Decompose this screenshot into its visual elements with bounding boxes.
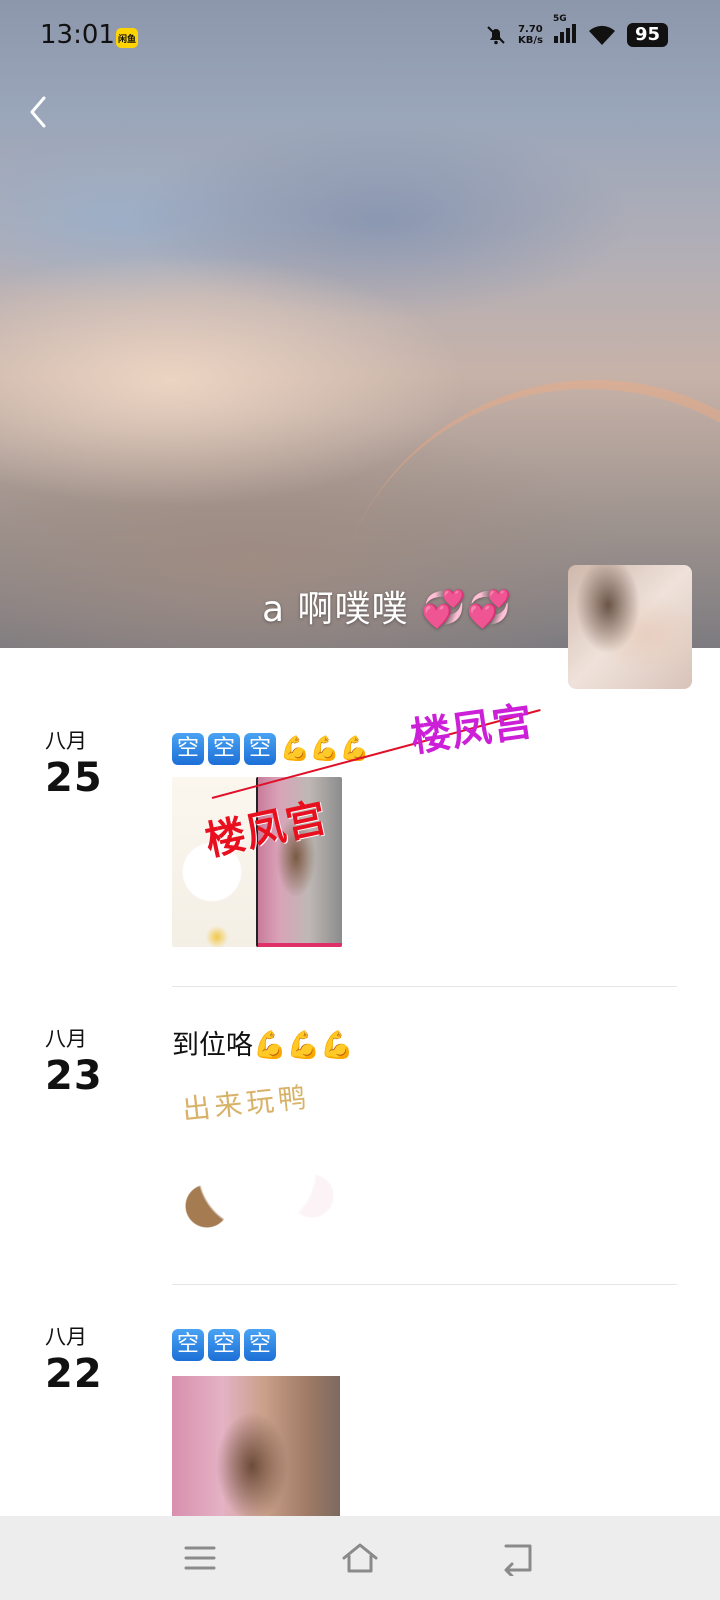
- post-day: 22: [45, 1351, 103, 1397]
- post-day: 23: [45, 1053, 103, 1099]
- post-body: 到位咯💪💪💪 出来玩鸭: [172, 1026, 677, 1246]
- post-text: 到位咯💪💪💪: [172, 1030, 354, 1061]
- sticker-image[interactable]: 出来玩鸭: [172, 1076, 342, 1246]
- post-month: 八月: [45, 1027, 87, 1051]
- post-images: 楼凤宫 楼凤宫: [172, 698, 677, 949]
- cover-image: 13:01 闲鱼 7.70 KB/s 5G 95 a 啊噗噗 💞💞: [0, 0, 720, 648]
- kong-emoji-icon: 空: [244, 1328, 276, 1361]
- kong-emoji-icon: 空: [172, 732, 204, 765]
- back-icon[interactable]: [500, 1540, 540, 1576]
- battery-level: 95: [626, 23, 668, 47]
- kong-emoji-icon: 空: [208, 732, 240, 765]
- post-text: 空空空: [172, 1324, 677, 1364]
- profile-name-text: a 啊噗噗: [262, 589, 409, 630]
- net-speed-value: 7.70: [518, 24, 543, 35]
- post-divider: [172, 986, 677, 987]
- status-time: 13:01: [40, 20, 115, 50]
- profile-hearts: 💞💞: [420, 589, 513, 630]
- menu-icon[interactable]: [180, 1540, 220, 1576]
- video-progress-bar: [258, 942, 342, 947]
- status-indicators: 7.70 KB/s 5G 95: [484, 14, 668, 48]
- status-bar: 13:01 闲鱼 7.70 KB/s 5G 95: [0, 0, 720, 76]
- back-button[interactable]: [24, 92, 52, 132]
- avatar[interactable]: [568, 565, 692, 689]
- post-images: [172, 1376, 677, 1516]
- profile-name: a 啊噗噗 💞💞: [262, 580, 513, 632]
- post-divider: [172, 1284, 677, 1285]
- net-speed: 7.70 KB/s: [518, 24, 543, 46]
- signal-icon: 5G: [553, 14, 577, 48]
- kong-emoji-icon: 空: [244, 732, 276, 765]
- sticker-caption: 出来玩鸭: [180, 1080, 312, 1127]
- mute-bell-icon: [487, 26, 505, 45]
- post-month: 八月: [45, 1325, 87, 1349]
- post-body: 空空空 💪💪💪 楼凤宫 楼凤宫: [172, 698, 677, 949]
- home-icon[interactable]: [340, 1540, 380, 1576]
- post-day: 25: [45, 755, 103, 801]
- post-date: 八月 22: [45, 1324, 145, 1398]
- post-date: 八月 23: [45, 1026, 145, 1100]
- post-body: 空空空: [172, 1324, 677, 1516]
- kong-emoji-icon: 空: [208, 1328, 240, 1361]
- post-images: 出来玩鸭: [172, 1076, 677, 1246]
- post-month: 八月: [45, 729, 87, 753]
- kong-emoji-icon: 空: [172, 1328, 204, 1361]
- system-nav-bar: [0, 1516, 720, 1600]
- post-date: 八月 25: [45, 728, 145, 802]
- network-type: 5G: [552, 14, 567, 24]
- net-speed-unit: KB/s: [517, 35, 543, 46]
- app-badge-icon: 闲鱼: [116, 28, 138, 48]
- photo-image[interactable]: [172, 1376, 340, 1516]
- wifi-icon: [588, 25, 615, 45]
